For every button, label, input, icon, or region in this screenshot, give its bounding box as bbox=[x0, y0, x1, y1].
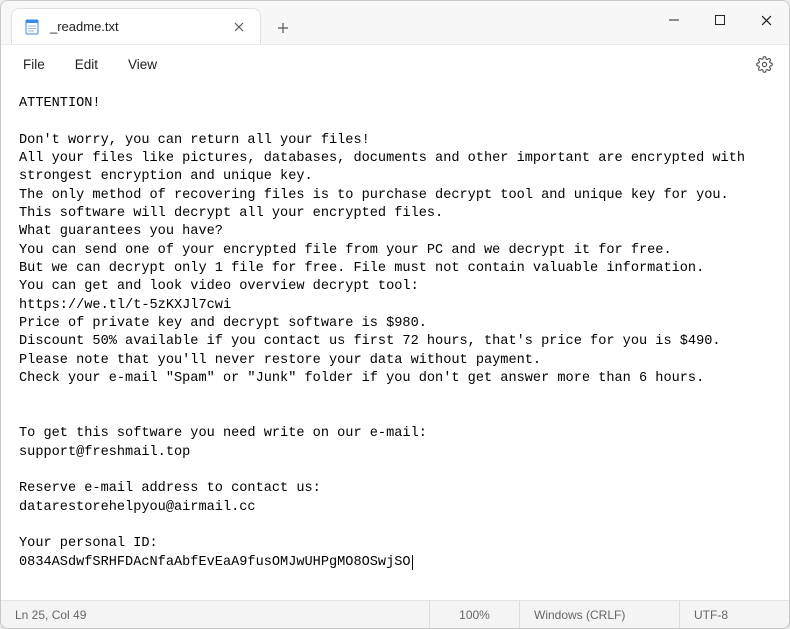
maximize-button[interactable] bbox=[697, 1, 743, 39]
menubar: File Edit View bbox=[1, 45, 789, 83]
minimize-button[interactable] bbox=[651, 1, 697, 39]
window-controls bbox=[651, 1, 789, 39]
notepad-icon bbox=[24, 19, 40, 35]
close-tab-button[interactable] bbox=[230, 18, 248, 36]
statusbar: Ln 25, Col 49 100% Windows (CRLF) UTF-8 bbox=[1, 600, 789, 628]
status-zoom[interactable]: 100% bbox=[429, 601, 519, 628]
notepad-window: _readme.txt File Edit View bbox=[0, 0, 790, 629]
close-window-button[interactable] bbox=[743, 1, 789, 39]
status-position: Ln 25, Col 49 bbox=[1, 601, 100, 628]
document-text: ATTENTION! Don't worry, you can return a… bbox=[19, 96, 753, 570]
text-caret bbox=[412, 555, 413, 570]
new-tab-button[interactable] bbox=[267, 12, 299, 44]
status-line-endings[interactable]: Windows (CRLF) bbox=[519, 601, 679, 628]
tab-title: _readme.txt bbox=[50, 19, 220, 34]
status-encoding[interactable]: UTF-8 bbox=[679, 601, 789, 628]
titlebar: _readme.txt bbox=[1, 1, 789, 45]
tab-strip: _readme.txt bbox=[1, 1, 299, 44]
text-editor[interactable]: ATTENTION! Don't worry, you can return a… bbox=[1, 83, 789, 600]
menu-file[interactable]: File bbox=[9, 51, 59, 78]
settings-button[interactable] bbox=[747, 49, 781, 79]
menu-view[interactable]: View bbox=[114, 51, 171, 78]
menu-edit[interactable]: Edit bbox=[61, 51, 112, 78]
tab-active[interactable]: _readme.txt bbox=[11, 8, 261, 44]
